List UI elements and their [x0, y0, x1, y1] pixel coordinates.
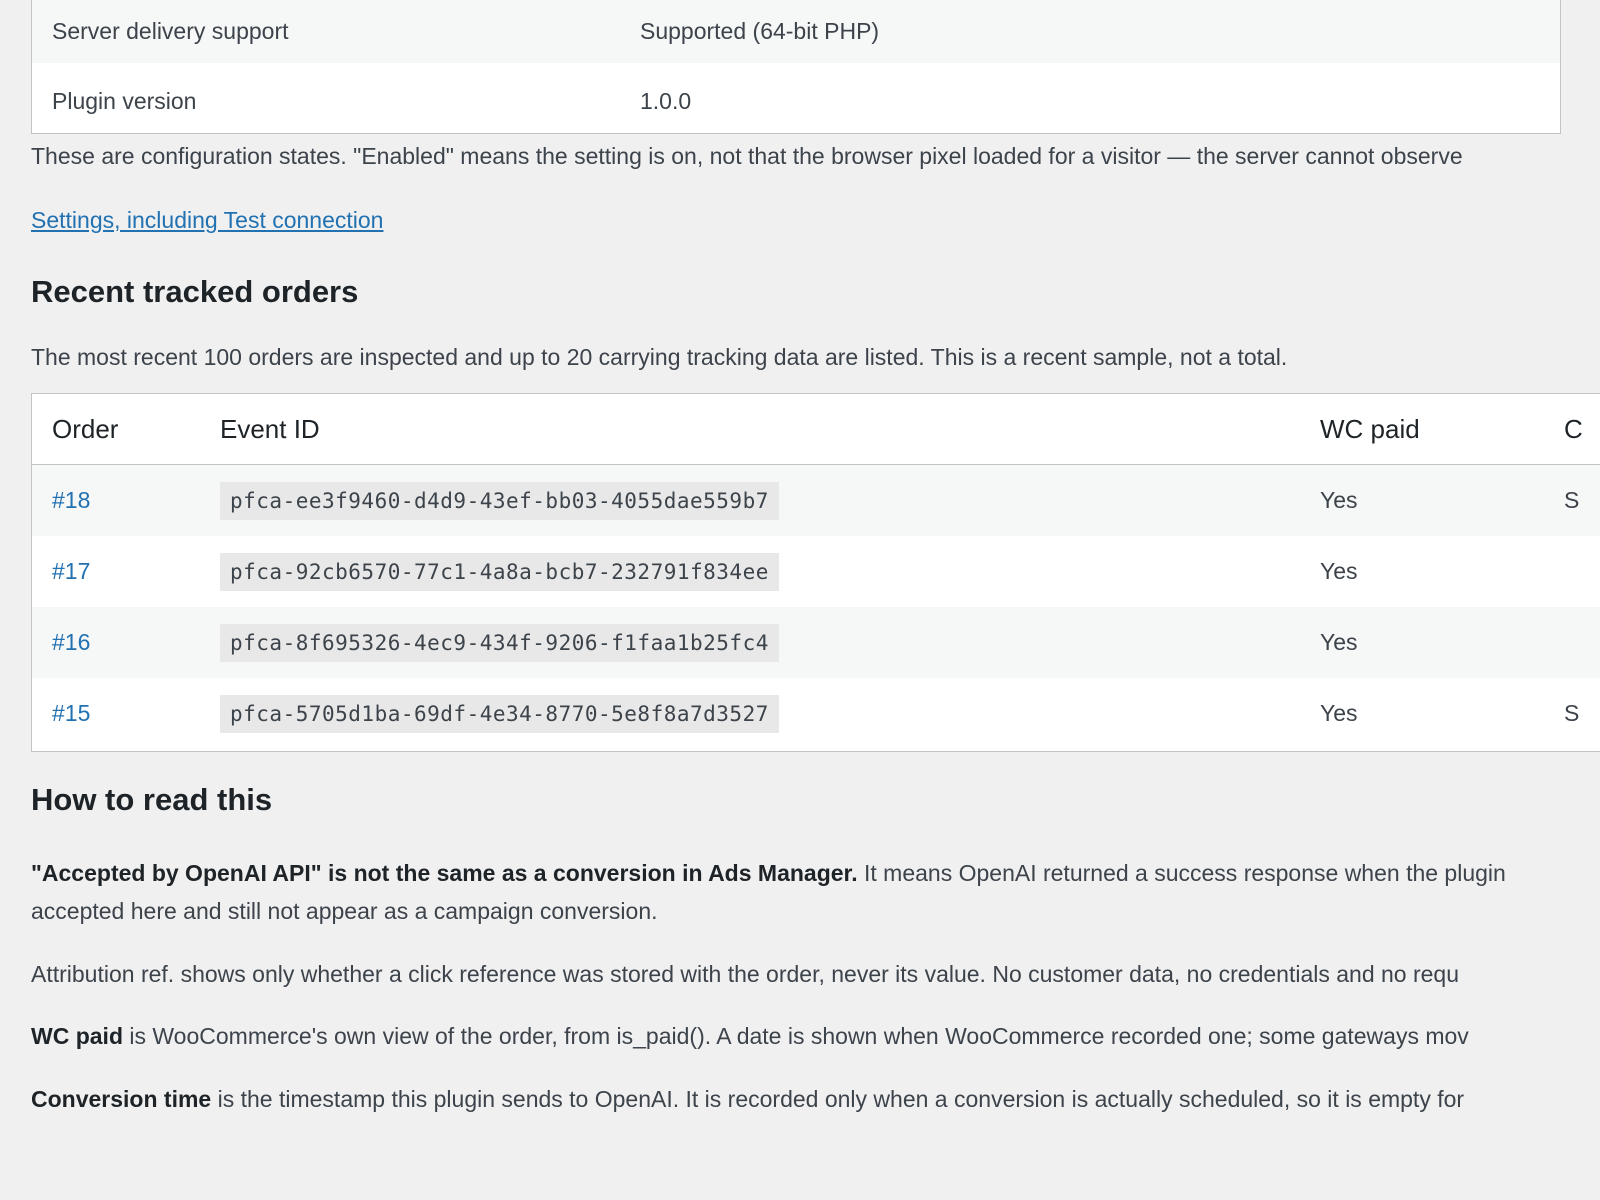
configuration-note: These are configuration states. "Enabled…	[31, 143, 1463, 169]
order-link[interactable]: #17	[52, 558, 90, 584]
event-id: pfca-8f695326-4ec9-434f-9206-f1faa1b25fc…	[220, 624, 779, 662]
explanation-wc-paid-text: is WooCommerce's own view of the order, …	[123, 1023, 1469, 1049]
column-header-event-id: Event ID	[220, 413, 320, 444]
table-header: Order Event ID WC paid C	[32, 394, 1600, 465]
explanation-accepted: "Accepted by OpenAI API" is not the same…	[31, 854, 1506, 892]
wc-paid-value: Yes	[1320, 487, 1358, 513]
conversion-value: S	[1564, 700, 1580, 726]
column-header-conversion: C	[1564, 413, 1583, 444]
conversion-value: S	[1564, 487, 1580, 513]
wc-paid-value: Yes	[1320, 700, 1358, 726]
column-header-wc-paid: WC paid	[1320, 413, 1420, 444]
event-id: pfca-92cb6570-77c1-4a8a-bcb7-232791f834e…	[220, 553, 779, 591]
order-link[interactable]: #18	[52, 487, 90, 513]
explanation-conversion-time: Conversion time is the timestamp this pl…	[31, 1080, 1464, 1118]
explanation-wc-paid-bold: WC paid	[31, 1023, 123, 1049]
recent-orders-heading: Recent tracked orders	[31, 274, 359, 309]
table-row: #16 pfca-8f695326-4ec9-434f-9206-f1faa1b…	[32, 607, 1600, 678]
recent-orders-description: The most recent 100 orders are inspected…	[31, 344, 1288, 370]
status-value: Supported (64-bit PHP)	[640, 17, 880, 44]
status-table: Server delivery support Supported (64-bi…	[31, 0, 1561, 134]
wc-paid-value: Yes	[1320, 558, 1358, 584]
event-id: pfca-ee3f9460-d4d9-43ef-bb03-4055dae559b…	[220, 482, 779, 520]
wc-paid-value: Yes	[1320, 629, 1358, 655]
column-header-order[interactable]: Order	[32, 414, 220, 445]
table-row: #18 pfca-ee3f9460-d4d9-43ef-bb03-4055dae…	[32, 465, 1600, 536]
settings-test-connection-link[interactable]: Settings, including Test connection	[31, 207, 383, 234]
status-row-plugin-version: Plugin version 1.0.0	[32, 63, 1560, 133]
status-label: Server delivery support	[52, 17, 289, 44]
order-link[interactable]: #16	[52, 629, 90, 655]
explanation-conversion-time-bold: Conversion time	[31, 1086, 212, 1112]
explanation-accepted-text: It means OpenAI returned a success respo…	[857, 860, 1506, 886]
table-row: #17 pfca-92cb6570-77c1-4a8a-bcb7-232791f…	[32, 536, 1600, 607]
order-link[interactable]: #15	[52, 700, 90, 726]
explanation-accepted-bold: "Accepted by OpenAI API" is not the same…	[31, 860, 858, 886]
status-value: 1.0.0	[640, 87, 692, 114]
how-to-read-heading: How to read this	[31, 782, 273, 817]
explanation-attribution: Attribution ref. shows only whether a cl…	[31, 961, 1460, 987]
table-row: #15 pfca-5705d1ba-69df-4e34-8770-5e8f8a7…	[32, 678, 1600, 749]
recent-orders-table: Order Event ID WC paid C #18 pfca-ee3f94…	[31, 393, 1600, 752]
explanation-accepted-line2: accepted here and still not appear as a …	[31, 898, 658, 924]
event-id: pfca-5705d1ba-69df-4e34-8770-5e8f8a7d352…	[220, 695, 779, 733]
status-label: Plugin version	[52, 87, 197, 114]
explanation-wc-paid: WC paid is WooCommerce's own view of the…	[31, 1017, 1469, 1055]
status-row-server-delivery: Server delivery support Supported (64-bi…	[32, 0, 1560, 63]
explanation-conversion-time-text: is the timestamp this plugin sends to Op…	[211, 1086, 1465, 1112]
